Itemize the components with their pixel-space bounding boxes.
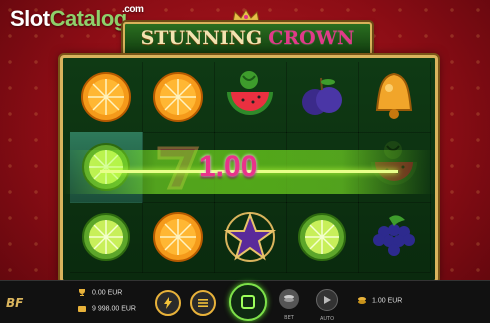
slotcatalog-watermark: SlotCatalog .com — [10, 4, 144, 31]
reel-cell-blank — [286, 132, 359, 203]
reel-cell-orange — [142, 202, 215, 273]
coins-icon — [358, 297, 366, 304]
watermelon-icon — [371, 141, 417, 185]
game-logo: STUNNING CROWN — [123, 22, 372, 56]
win-value: 0.00 EUR — [92, 289, 123, 297]
reel-cell-lime — [70, 202, 143, 273]
control-bar: BF 0.00 EUR 9 998.00 EUR BET AUTO 1.00 E… — [0, 280, 490, 323]
reel-cell-watermelon — [214, 62, 287, 133]
lime-icon — [82, 213, 130, 261]
grapes-icon — [373, 215, 415, 256]
bet-caption: BET — [284, 315, 294, 321]
win-readout: 0.00 EUR — [78, 289, 122, 296]
reel-cell-grapes — [358, 202, 431, 273]
bet-readout: 1.00 EUR — [358, 297, 402, 304]
spin-icon — [241, 295, 255, 309]
reel-cell-orange — [70, 62, 143, 133]
bell-icon — [375, 72, 413, 119]
hamburger-icon — [198, 299, 208, 307]
reel-cell-watermelon — [358, 132, 431, 203]
provider-logo: BF — [6, 296, 24, 310]
star-icon — [223, 212, 277, 262]
orange-icon — [81, 72, 131, 122]
plum-icon — [302, 77, 342, 115]
lightning-icon — [164, 297, 172, 309]
chips-icon — [284, 295, 294, 302]
lime-icon — [298, 213, 346, 261]
bet-value: 1.00 EUR — [372, 297, 403, 305]
reel-cell-star — [214, 202, 287, 273]
reel-cell-lime — [286, 202, 359, 273]
logo-title-a: STUNNING — [140, 27, 263, 49]
bet-button[interactable]: BET — [279, 289, 299, 321]
trophy-icon — [79, 289, 85, 296]
menu-button[interactable] — [190, 290, 216, 316]
play-icon — [324, 296, 331, 304]
logo-title-b: CROWN — [268, 27, 355, 49]
watermelon-icon — [227, 71, 273, 115]
balance-readout: 9 998.00 EUR — [78, 305, 136, 312]
reel-cell-bell — [358, 62, 431, 133]
reel-cell-plum — [286, 62, 359, 133]
orange-icon — [153, 212, 203, 262]
reel-cell-orange — [142, 62, 215, 133]
autoplay-button[interactable]: AUTO — [316, 289, 338, 322]
auto-caption: AUTO — [319, 316, 335, 322]
spin-button[interactable] — [229, 283, 267, 321]
reel-cell-lime — [70, 132, 143, 203]
lime-icon — [82, 143, 130, 191]
seven-icon — [157, 146, 200, 190]
win-amount: 1.00 — [199, 150, 258, 183]
wallet-icon — [78, 306, 86, 312]
balance-value: 9 998.00 EUR — [92, 305, 136, 313]
turbo-button[interactable] — [155, 290, 181, 316]
orange-icon — [153, 72, 203, 122]
